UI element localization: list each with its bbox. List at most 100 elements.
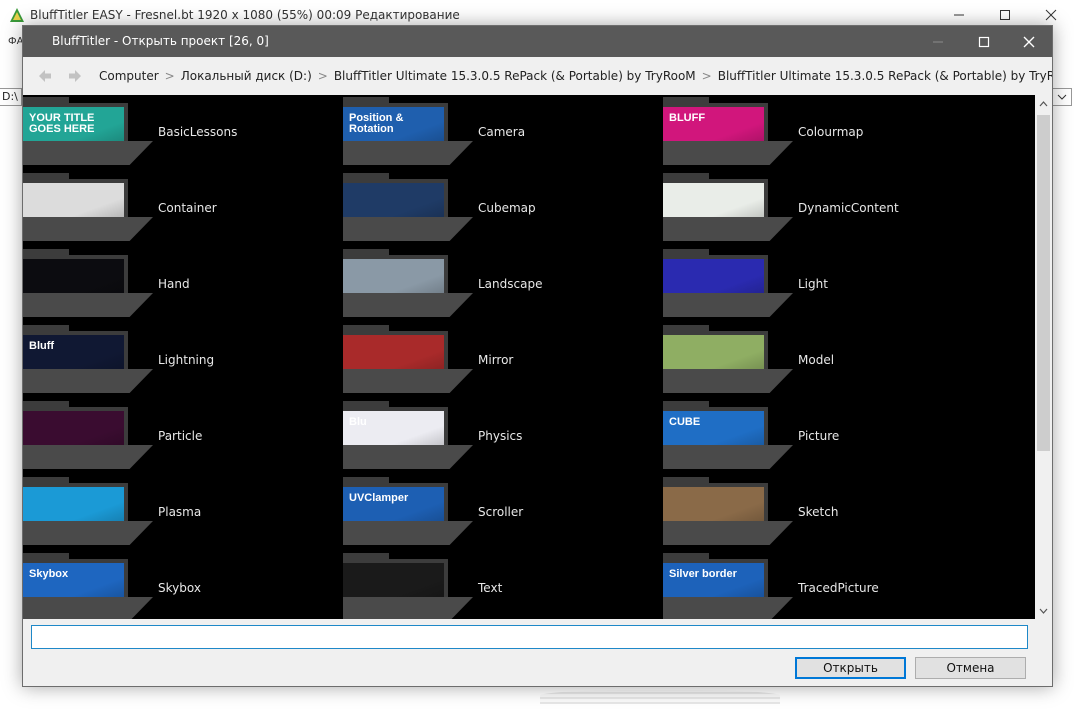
- folder-item[interactable]: Model: [663, 325, 963, 401]
- open-button[interactable]: Открыть: [795, 657, 906, 679]
- dialog-maximize-button[interactable]: [961, 26, 1007, 57]
- folder-label: Skybox: [158, 581, 201, 595]
- thumbnail-text: UVClamper: [349, 492, 409, 504]
- folder-item[interactable]: Particle: [23, 401, 323, 477]
- dialog-titlebar: BluffTitler - Открыть проект [26, 0]: [23, 26, 1052, 57]
- folder-label: Colourmap: [798, 125, 864, 139]
- folder-label: Plasma: [158, 505, 202, 519]
- folder-icon: [23, 173, 153, 241]
- folder-front: [343, 293, 473, 317]
- folder-grid: YOUR TITLE GOES HERE BasicLessons Position…: [23, 95, 1035, 619]
- folder-item[interactable]: Container: [23, 173, 323, 249]
- folder-front: [343, 141, 473, 165]
- scrollbar-thumb[interactable]: [1037, 115, 1050, 451]
- folder-icon: [343, 249, 473, 317]
- blufftitler-logo-icon: [10, 8, 24, 22]
- folder-label: Camera: [478, 125, 526, 139]
- thumbnail-text: CUBE: [669, 416, 701, 428]
- folder-icon: Silver border: [663, 553, 793, 619]
- folder-item[interactable]: Silver border TracedPicture: [663, 553, 963, 619]
- folder-label: Scroller: [478, 505, 524, 519]
- folder-front: [663, 445, 793, 469]
- folder-label: TracedPicture: [798, 581, 879, 595]
- folder-front: [23, 521, 153, 545]
- folder-front: [343, 217, 473, 241]
- thumbnail-text: Blu: [349, 416, 367, 428]
- folder-front: [663, 597, 793, 619]
- main-window-title: BluffTitler EASY - Fresnel.bt 1920 x 108…: [30, 8, 460, 22]
- folder-label: Physics: [478, 429, 523, 443]
- folder-label: Cubemap: [478, 201, 536, 215]
- folder-label: DynamicContent: [798, 201, 899, 215]
- folder-item[interactable]: Sketch: [663, 477, 963, 553]
- folder-icon: Skybox: [23, 553, 153, 619]
- folder-icon: [23, 401, 153, 469]
- cancel-button[interactable]: Отмена: [915, 657, 1026, 679]
- close-icon: [1023, 36, 1035, 47]
- forward-button[interactable]: [65, 66, 85, 86]
- folder-item[interactable]: BLUFF Colourmap: [663, 97, 963, 173]
- folder-item[interactable]: UVClamper Scroller: [343, 477, 643, 553]
- thumbnail-text: Skybox: [29, 568, 69, 580]
- folder-item[interactable]: Text: [343, 553, 643, 619]
- thumbnail-text: Position & Rotation: [349, 112, 404, 135]
- folder-item[interactable]: DynamicContent: [663, 173, 963, 249]
- folder-label: Lightning: [158, 353, 215, 367]
- filename-input[interactable]: [31, 625, 1028, 649]
- folder-item[interactable]: Position & Rotation Camera: [343, 97, 643, 173]
- dialog-close-button[interactable]: [1006, 26, 1052, 57]
- folder-label: Particle: [158, 429, 203, 443]
- folder-icon: UVClamper: [343, 477, 473, 545]
- breadcrumb-item[interactable]: Локальный диск (D:): [181, 69, 312, 83]
- folder-label: Picture: [798, 429, 840, 443]
- breadcrumb: Computer > Локальный диск (D:) > BluffTitler…: [99, 69, 1052, 83]
- folder-icon: [343, 173, 473, 241]
- folder-item[interactable]: Light: [663, 249, 963, 325]
- thumbnail-text: Silver border: [669, 568, 737, 580]
- folder-item[interactable]: Skybox Skybox: [23, 553, 323, 619]
- folder-front: [23, 141, 153, 165]
- folder-front: [343, 597, 473, 619]
- breadcrumb-item[interactable]: BluffTitler Ultimate 15.3.0.5 RePack (& …: [718, 69, 1052, 83]
- dialog-minimize-button[interactable]: [915, 26, 961, 57]
- folder-item[interactable]: Cubemap: [343, 173, 643, 249]
- minimize-icon: [933, 41, 943, 42]
- folder-item[interactable]: Blu Physics: [343, 401, 643, 477]
- main-path-fragment[interactable]: D:\: [0, 88, 22, 106]
- back-button[interactable]: [35, 66, 55, 86]
- folder-item[interactable]: Mirror: [343, 325, 643, 401]
- folder-front: [23, 597, 153, 619]
- background-watermark: [540, 690, 780, 704]
- thumbnail-text: YOUR TITLE GOES HERE: [29, 112, 95, 135]
- scroll-up-button[interactable]: [1035, 95, 1052, 112]
- folder-front: [343, 369, 473, 393]
- folder-item[interactable]: Hand: [23, 249, 323, 325]
- navigation-bar: Computer > Локальный диск (D:) > BluffTitler…: [23, 57, 1052, 95]
- main-path-dropdown[interactable]: [1052, 88, 1072, 106]
- folder-front: [343, 445, 473, 469]
- folder-front: [663, 141, 793, 165]
- folder-item[interactable]: Landscape: [343, 249, 643, 325]
- breadcrumb-item[interactable]: Computer: [99, 69, 159, 83]
- folder-icon: Position & Rotation: [343, 97, 473, 165]
- folder-label: Text: [478, 581, 503, 595]
- folder-icon: YOUR TITLE GOES HERE: [23, 97, 153, 165]
- folder-item[interactable]: CUBE Picture: [663, 401, 963, 477]
- vertical-scrollbar[interactable]: [1035, 95, 1052, 619]
- folder-icon: [343, 553, 473, 619]
- chevron-up-icon: [1039, 100, 1048, 106]
- dialog-title: BluffTitler - Открыть проект [26, 0]: [52, 34, 269, 48]
- folder-label: Landscape: [478, 277, 543, 291]
- folder-icon: [343, 325, 473, 393]
- breadcrumb-separator: >: [701, 69, 712, 83]
- folder-icon: BLUFF: [663, 97, 793, 165]
- breadcrumb-separator: >: [164, 69, 175, 83]
- folder-label: Model: [798, 353, 835, 367]
- maximize-icon: [978, 36, 990, 47]
- scroll-down-button[interactable]: [1035, 602, 1052, 619]
- folder-label: Mirror: [478, 353, 514, 367]
- breadcrumb-item[interactable]: BluffTitler Ultimate 15.3.0.5 RePack (& …: [334, 69, 696, 83]
- folder-item[interactable]: YOUR TITLE GOES HERE BasicLessons: [23, 97, 323, 173]
- folder-item[interactable]: Bluff Lightning: [23, 325, 323, 401]
- folder-item[interactable]: Plasma: [23, 477, 323, 553]
